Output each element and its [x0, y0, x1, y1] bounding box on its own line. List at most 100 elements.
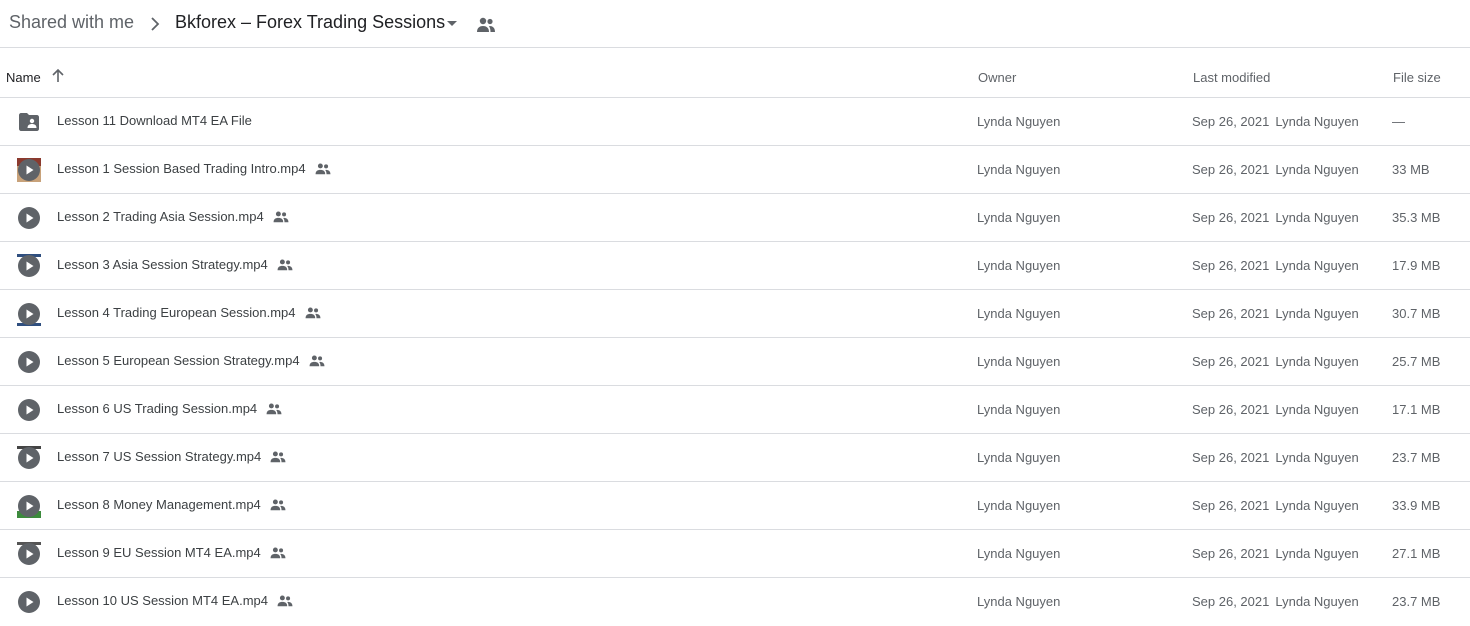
file-owner: Lynda Nguyen	[977, 306, 1061, 321]
file-row[interactable]: Lesson 5 European Session Strategy.mp4 L…	[0, 338, 1470, 386]
video-play-icon	[18, 591, 40, 613]
video-play-icon	[17, 495, 41, 518]
people-icon	[270, 450, 286, 462]
file-row[interactable]: Lesson 4 Trading European Session.mp4 Ly…	[0, 290, 1470, 338]
modified-date: Sep 26, 2021	[1192, 594, 1270, 609]
file-owner: Lynda Nguyen	[977, 258, 1061, 273]
file-name: Lesson 7 US Session Strategy.mp4	[57, 449, 262, 464]
file-last-modified: Sep 26, 2021 Lynda Nguyen	[1192, 546, 1359, 561]
modified-date: Sep 26, 2021	[1192, 114, 1270, 129]
file-size: 30.7 MB	[1392, 306, 1441, 321]
file-last-modified: Sep 26, 2021 Lynda Nguyen	[1192, 594, 1359, 609]
people-icon	[273, 210, 289, 222]
breadcrumb-current-folder[interactable]: Bkforex – Forex Trading Sessions	[175, 12, 445, 33]
modified-date: Sep 26, 2021	[1192, 546, 1270, 561]
file-last-modified: Sep 26, 2021 Lynda Nguyen	[1192, 162, 1359, 177]
file-name: Lesson 6 US Trading Session.mp4	[57, 401, 258, 416]
file-name: Lesson 8 Money Management.mp4	[57, 497, 261, 512]
modified-by: Lynda Nguyen	[1275, 306, 1359, 321]
people-icon	[477, 17, 495, 32]
file-last-modified: Sep 26, 2021 Lynda Nguyen	[1192, 306, 1359, 321]
modified-date: Sep 26, 2021	[1192, 162, 1270, 177]
modified-by: Lynda Nguyen	[1275, 258, 1359, 273]
video-play-icon	[17, 446, 41, 469]
file-size: 33 MB	[1392, 162, 1430, 177]
video-play-icon	[17, 254, 41, 277]
file-owner: Lynda Nguyen	[977, 162, 1061, 177]
file-row[interactable]: Lesson 8 Money Management.mp4 Lynda Nguy…	[0, 482, 1470, 530]
file-owner: Lynda Nguyen	[977, 594, 1061, 609]
people-icon	[266, 402, 282, 414]
modified-date: Sep 26, 2021	[1192, 402, 1270, 417]
video-play-icon	[17, 303, 41, 326]
file-size: 35.3 MB	[1392, 210, 1441, 225]
modified-date: Sep 26, 2021	[1192, 306, 1270, 321]
file-last-modified: Sep 26, 2021 Lynda Nguyen	[1192, 210, 1359, 225]
file-last-modified: Sep 26, 2021 Lynda Nguyen	[1192, 450, 1359, 465]
file-size: 33.9 MB	[1392, 498, 1441, 513]
file-row[interactable]: Lesson 1 Session Based Trading Intro.mp4…	[0, 146, 1470, 194]
file-last-modified: Sep 26, 2021 Lynda Nguyen	[1192, 498, 1359, 513]
file-list: Lesson 11 Download MT4 EA File Lynda Ngu…	[0, 98, 1470, 626]
file-name: Lesson 1 Session Based Trading Intro.mp4	[57, 161, 306, 176]
column-header-owner[interactable]: Owner	[978, 70, 1016, 85]
modified-date: Sep 26, 2021	[1192, 354, 1270, 369]
file-size: 17.1 MB	[1392, 402, 1441, 417]
file-row[interactable]: Lesson 3 Asia Session Strategy.mp4 Lynda…	[0, 242, 1470, 290]
people-icon	[270, 546, 286, 558]
file-owner: Lynda Nguyen	[977, 354, 1061, 369]
file-name: Lesson 10 US Session MT4 EA.mp4	[57, 593, 268, 608]
file-size: 27.1 MB	[1392, 546, 1441, 561]
modified-by: Lynda Nguyen	[1275, 354, 1359, 369]
file-row[interactable]: Lesson 2 Trading Asia Session.mp4 Lynda …	[0, 194, 1470, 242]
file-size: —	[1392, 114, 1405, 129]
file-row[interactable]: Lesson 10 US Session MT4 EA.mp4 Lynda Ng…	[0, 578, 1470, 626]
file-row[interactable]: Lesson 9 EU Session MT4 EA.mp4 Lynda Ngu…	[0, 530, 1470, 578]
modified-date: Sep 26, 2021	[1192, 258, 1270, 273]
file-size: 25.7 MB	[1392, 354, 1441, 369]
modified-by: Lynda Nguyen	[1275, 210, 1359, 225]
column-header-row: Name Owner Last modified File size	[0, 48, 1470, 98]
file-owner: Lynda Nguyen	[977, 114, 1061, 129]
file-name: Lesson 11 Download MT4 EA File	[57, 113, 252, 128]
video-play-icon	[18, 351, 40, 373]
file-row[interactable]: Lesson 6 US Trading Session.mp4 Lynda Ng…	[0, 386, 1470, 434]
modified-by: Lynda Nguyen	[1275, 594, 1359, 609]
file-name: Lesson 9 EU Session MT4 EA.mp4	[57, 545, 261, 560]
column-header-last-modified[interactable]: Last modified	[1193, 70, 1270, 85]
breadcrumb-root-link[interactable]: Shared with me	[9, 12, 134, 33]
file-last-modified: Sep 26, 2021 Lynda Nguyen	[1192, 114, 1359, 129]
file-last-modified: Sep 26, 2021 Lynda Nguyen	[1192, 402, 1359, 417]
file-size: 23.7 MB	[1392, 594, 1441, 609]
file-owner: Lynda Nguyen	[977, 402, 1061, 417]
video-play-icon	[18, 207, 40, 229]
file-name: Lesson 4 Trading European Session.mp4	[57, 305, 296, 320]
file-row[interactable]: Lesson 7 US Session Strategy.mp4 Lynda N…	[0, 434, 1470, 482]
file-name: Lesson 3 Asia Session Strategy.mp4	[57, 257, 268, 272]
modified-by: Lynda Nguyen	[1275, 450, 1359, 465]
people-icon	[270, 498, 286, 510]
column-header-file-size[interactable]: File size	[1393, 70, 1441, 85]
chevron-right-icon	[151, 17, 160, 31]
modified-date: Sep 26, 2021	[1192, 210, 1270, 225]
people-icon	[309, 354, 325, 366]
modified-by: Lynda Nguyen	[1275, 114, 1359, 129]
people-icon	[277, 258, 293, 270]
file-name: Lesson 2 Trading Asia Session.mp4	[57, 209, 264, 224]
people-icon	[277, 594, 293, 606]
file-row[interactable]: Lesson 11 Download MT4 EA File Lynda Ngu…	[0, 98, 1470, 146]
column-header-name[interactable]: Name	[6, 70, 41, 85]
file-last-modified: Sep 26, 2021 Lynda Nguyen	[1192, 258, 1359, 273]
people-icon	[315, 162, 331, 174]
video-play-icon	[17, 158, 41, 182]
arrow-up-icon[interactable]	[50, 68, 66, 84]
video-play-icon	[18, 399, 40, 421]
video-play-icon	[17, 542, 41, 565]
modified-date: Sep 26, 2021	[1192, 450, 1270, 465]
file-owner: Lynda Nguyen	[977, 210, 1061, 225]
people-icon	[305, 306, 320, 318]
file-last-modified: Sep 26, 2021 Lynda Nguyen	[1192, 354, 1359, 369]
breadcrumb: Shared with me Bkforex – Forex Trading S…	[0, 0, 1470, 48]
arrow-drop-down-icon[interactable]	[445, 17, 459, 31]
file-owner: Lynda Nguyen	[977, 450, 1061, 465]
